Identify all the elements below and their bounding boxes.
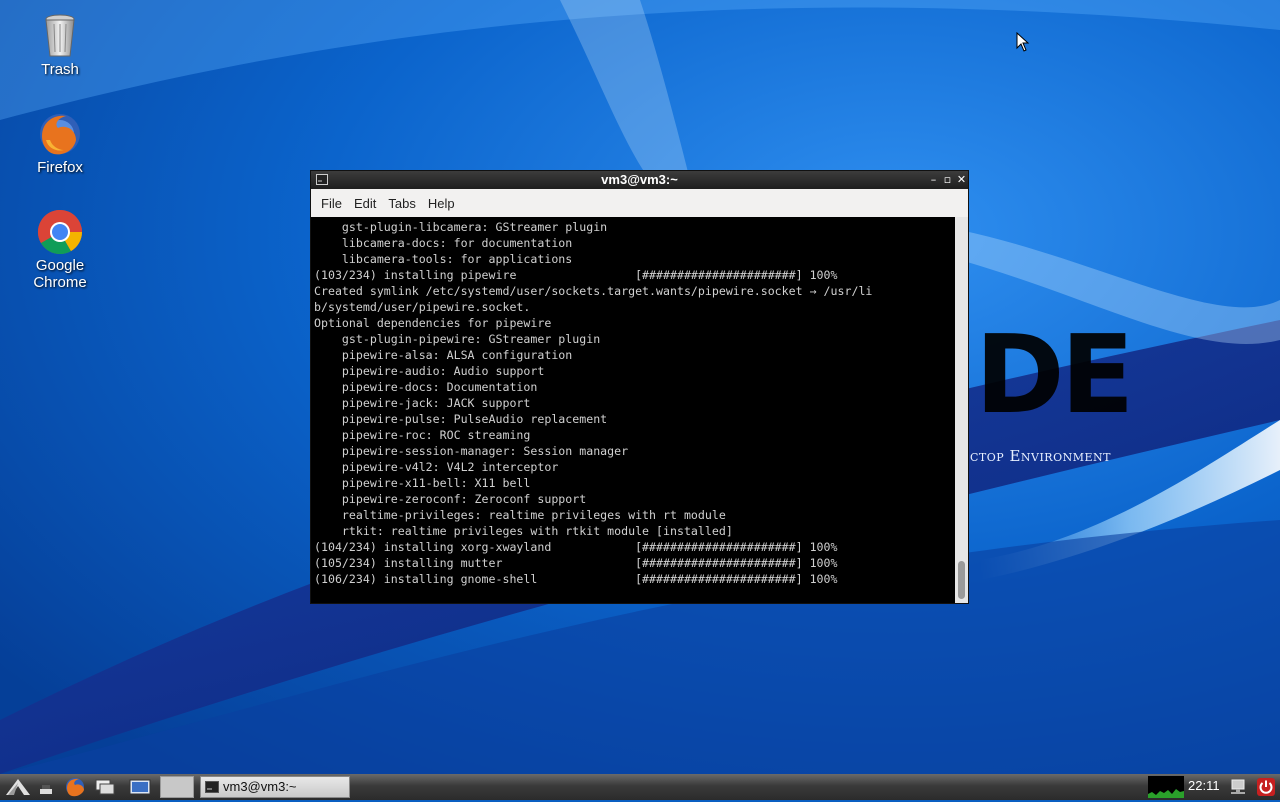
menu-file[interactable]: File <box>315 196 348 211</box>
desktop-icon-label: Firefox <box>37 159 83 176</box>
terminal-output[interactable]: gst-plugin-libcamera: GStreamer plugin l… <box>311 217 955 603</box>
network-icon[interactable] <box>1228 777 1248 797</box>
wallpaper-subtitle: ctop Environment <box>970 447 1111 465</box>
close-button[interactable]: ✕ <box>955 173 968 186</box>
chrome-icon <box>36 208 84 256</box>
taskbar: vm3@vm3:~ 22:11 <box>0 774 1280 800</box>
window-titlebar[interactable]: vm3@vm3:~ – ▫ ✕ <box>311 171 968 189</box>
file-manager-icon[interactable] <box>94 777 116 797</box>
power-icon[interactable] <box>1256 777 1276 797</box>
start-menu-icon[interactable] <box>4 777 32 797</box>
terminal-text: gst-plugin-libcamera: GStreamer plugin l… <box>314 220 873 586</box>
show-desktop-icon[interactable] <box>38 777 58 797</box>
window-title: vm3@vm3:~ <box>601 172 678 187</box>
minimize-button[interactable]: – <box>927 173 940 186</box>
menu-help[interactable]: Help <box>422 196 461 211</box>
desktop-icon-label: Google Chrome <box>33 257 87 291</box>
desktop-icon-trash[interactable]: Trash <box>10 12 110 78</box>
desktop-icon-firefox[interactable]: Firefox <box>10 110 110 176</box>
taskbar-item-terminal[interactable]: vm3@vm3:~ <box>200 776 350 798</box>
menu-edit[interactable]: Edit <box>348 196 382 211</box>
maximize-button[interactable]: ▫ <box>941 173 954 186</box>
menu-tabs[interactable]: Tabs <box>382 196 421 211</box>
taskbar-item-label: vm3@vm3:~ <box>223 779 297 794</box>
firefox-icon <box>36 110 84 158</box>
mouse-cursor-icon <box>1016 32 1030 52</box>
firefox-launcher-icon[interactable] <box>64 777 86 797</box>
trash-icon <box>36 12 84 60</box>
clock[interactable]: 22:11 <box>1188 778 1220 793</box>
desktop-pager[interactable] <box>160 776 194 798</box>
scrollbar-thumb[interactable] <box>958 561 965 599</box>
desktop-icon-label: Trash <box>41 61 79 78</box>
terminal-launcher-icon[interactable] <box>128 777 152 797</box>
desktop-icon-chrome[interactable]: Google Chrome <box>10 208 110 291</box>
menu-bar: File Edit Tabs Help <box>311 189 968 218</box>
wallpaper-logo: DE <box>975 313 1134 438</box>
terminal-window[interactable]: vm3@vm3:~ – ▫ ✕ File Edit Tabs Help gst-… <box>310 170 969 604</box>
terminal-scrollbar[interactable] <box>955 217 968 603</box>
cpu-monitor[interactable] <box>1148 776 1184 798</box>
terminal-icon <box>205 781 219 793</box>
